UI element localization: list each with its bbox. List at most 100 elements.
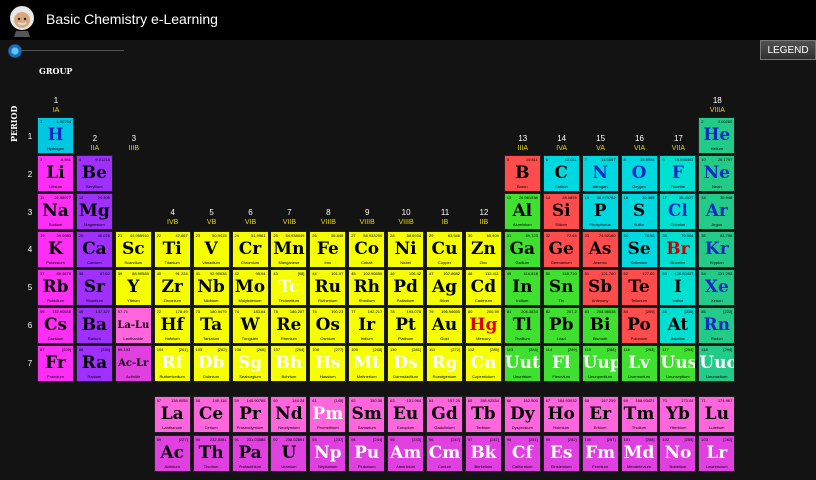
element-tile-ni[interactable]: 28 58.6934 Ni Nickel bbox=[387, 231, 425, 268]
element-tile-er[interactable]: 68 167.259 Er Erbium bbox=[581, 396, 619, 433]
element-tile-pa[interactable]: 91 231.03588 Pa Protactinium bbox=[231, 435, 269, 472]
element-tile-in[interactable]: 49 114.818 In Indium bbox=[503, 269, 541, 306]
element-tile-rf[interactable]: 104 [261] Rf Rutherfordium bbox=[153, 345, 191, 382]
element-tile-dy[interactable]: 66 162.500 Dy Dysprosium bbox=[503, 396, 541, 433]
element-tile-lr[interactable]: 103 [262] Lr Lawrencium bbox=[698, 435, 736, 472]
element-tile-la-lu[interactable]: 57-71 La-Lu Lanthanide bbox=[114, 307, 152, 344]
element-tile-th[interactable]: 90 232.0381 Th Thorium bbox=[192, 435, 230, 472]
element-tile-v[interactable]: 23 50.9415 V Vanadium bbox=[192, 231, 230, 268]
element-tile-pb[interactable]: 82 207.2 Pb Lead bbox=[542, 307, 580, 344]
element-tile-fe[interactable]: 26 55.845 Fe Iron bbox=[309, 231, 347, 268]
element-tile-np[interactable]: 93 [237] Np Neptunium bbox=[309, 435, 347, 472]
element-tile-at[interactable]: 85 [210] At Astatine bbox=[659, 307, 697, 344]
element-tile-u[interactable]: 92 238.02891 U Uranium bbox=[270, 435, 308, 472]
element-tile-ce[interactable]: 58 140.116 Ce Cerium bbox=[192, 396, 230, 433]
element-tile-es[interactable]: 99 [252] Es Einsteinium bbox=[542, 435, 580, 472]
element-tile-sn[interactable]: 50 118.710 Sn Tin bbox=[542, 269, 580, 306]
legend-button[interactable]: LEGEND bbox=[760, 40, 816, 60]
element-tile-he[interactable]: 2 4.00260 He Helium bbox=[698, 117, 736, 154]
element-tile-o[interactable]: 8 15.9994 O Oxygen bbox=[620, 155, 658, 192]
element-tile-uup[interactable]: 115 [288] Uup Ununpentium bbox=[581, 345, 619, 382]
element-tile-w[interactable]: 74 183.84 W Tungsten bbox=[231, 307, 269, 344]
element-tile-na[interactable]: 11 22.98977 Na Sodium bbox=[37, 193, 74, 230]
zoom-slider[interactable] bbox=[4, 42, 124, 60]
element-tile-al[interactable]: 13 26.981538 Al Aluminium bbox=[503, 193, 541, 230]
element-tile-s[interactable]: 16 32.065 S Sulfur bbox=[620, 193, 658, 230]
element-tile-no[interactable]: 102 [259] No Nobelium bbox=[659, 435, 697, 472]
element-tile-ti[interactable]: 22 47.867 Ti Titanium bbox=[153, 231, 191, 268]
element-tile-fm[interactable]: 100 [257] Fm Fermium bbox=[581, 435, 619, 472]
element-tile-nb[interactable]: 41 92.90638 Nb Niobium bbox=[192, 269, 230, 306]
element-tile-ba[interactable]: 56 137.327 Ba Barium bbox=[75, 307, 113, 344]
element-tile-bh[interactable]: 107 [264] Bh Bohrium bbox=[270, 345, 308, 382]
element-tile-nd[interactable]: 60 144.24 Nd Neodymium bbox=[270, 396, 308, 433]
element-tile-fl[interactable]: 114 [289] Fl Flerovium bbox=[542, 345, 580, 382]
element-tile-mt[interactable]: 109 [268] Mt Meitnerium bbox=[348, 345, 386, 382]
element-tile-cm[interactable]: 96 [247] Cm Curium bbox=[426, 435, 463, 472]
element-tile-ac-lr[interactable]: 89-103 Ac-Lr Actinide bbox=[114, 345, 152, 382]
element-tile-ga[interactable]: 31 69.723 Ga Gallium bbox=[503, 231, 541, 268]
element-tile-cn[interactable]: 112 [285] Cn Copernicium bbox=[464, 345, 502, 382]
element-tile-h[interactable]: 1 1.00794 H Hydrogen bbox=[37, 117, 74, 154]
element-tile-rn[interactable]: 86 [222] Rn Radon bbox=[698, 307, 736, 344]
element-tile-n[interactable]: 7 14.0067 N Nitrogen bbox=[581, 155, 619, 192]
element-tile-am[interactable]: 95 [243] Am Americium bbox=[387, 435, 425, 472]
element-tile-ds[interactable]: 110 [281] Ds Darmstadtium bbox=[387, 345, 425, 382]
element-tile-b[interactable]: 5 10.811 B Boron bbox=[503, 155, 541, 192]
element-tile-tl[interactable]: 81 204.3833 Tl Thallium bbox=[503, 307, 541, 344]
element-tile-pm[interactable]: 61 [145] Pm Promethium bbox=[309, 396, 347, 433]
element-tile-fr[interactable]: 87 [223] Fr Francium bbox=[37, 345, 74, 382]
element-tile-hf[interactable]: 72 178.49 Hf Hafnium bbox=[153, 307, 191, 344]
element-tile-c[interactable]: 6 12.011 C Carbon bbox=[542, 155, 580, 192]
element-tile-f[interactable]: 9 18.998403 F Fluorine bbox=[659, 155, 697, 192]
element-tile-sb[interactable]: 51 121.760 Sb Antimony bbox=[581, 269, 619, 306]
element-tile-sr[interactable]: 38 87.62 Sr Strontium bbox=[75, 269, 113, 306]
element-tile-co[interactable]: 27 58.933200 Co Cobalt bbox=[348, 231, 386, 268]
element-tile-k[interactable]: 19 39.0983 K Potassium bbox=[37, 231, 74, 268]
element-tile-lu[interactable]: 71 174.967 Lu Lutetium bbox=[698, 396, 736, 433]
einstein-avatar-icon[interactable] bbox=[5, 3, 39, 37]
element-tile-tb[interactable]: 65 158.92534 Tb Terbium bbox=[464, 396, 502, 433]
element-tile-ne[interactable]: 10 20.1797 Ne Neon bbox=[698, 155, 736, 192]
element-tile-pr[interactable]: 59 140.90765 Pr Praseodymium bbox=[231, 396, 269, 433]
element-tile-yb[interactable]: 70 173.04 Yb Ytterbium bbox=[659, 396, 697, 433]
element-tile-mo[interactable]: 42 95.94 Mo Molybdenum bbox=[231, 269, 269, 306]
element-tile-uuo[interactable]: 118 [294] Uuo Ununoctium bbox=[698, 345, 736, 382]
element-tile-rb[interactable]: 37 85.4678 Rb Rubidium bbox=[37, 269, 74, 306]
element-tile-be[interactable]: 4 9.01218 Be Beryllium bbox=[75, 155, 113, 192]
element-tile-cd[interactable]: 48 112.411 Cd Cadmium bbox=[464, 269, 502, 306]
element-tile-i[interactable]: 53 126.90447 I Iodine bbox=[659, 269, 697, 306]
element-tile-zn[interactable]: 30 65.409 Zn Zinc bbox=[464, 231, 502, 268]
element-tile-ar[interactable]: 18 39.948 Ar Argon bbox=[698, 193, 736, 230]
element-tile-ca[interactable]: 20 40.078 Ca Calcium bbox=[75, 231, 113, 268]
element-tile-cs[interactable]: 55 132.90545 Cs Caesium bbox=[37, 307, 74, 344]
element-tile-uus[interactable]: 117 [294] Uus Ununseptium bbox=[659, 345, 697, 382]
element-tile-hs[interactable]: 108 [277] Hs Hassium bbox=[309, 345, 347, 382]
element-tile-gd[interactable]: 64 157.25 Gd Gadolinium bbox=[426, 396, 463, 433]
element-tile-cl[interactable]: 17 35.4527 Cl Chlorine bbox=[659, 193, 697, 230]
element-tile-rh[interactable]: 45 102.90550 Rh Rhodium bbox=[348, 269, 386, 306]
element-tile-ir[interactable]: 77 192.217 Ir Iridium bbox=[348, 307, 386, 344]
element-tile-te[interactable]: 52 127.60 Te Tellurium bbox=[620, 269, 658, 306]
element-tile-la[interactable]: 57 138.9055 La Lanthanum bbox=[153, 396, 191, 433]
element-tile-po[interactable]: 84 [209] Po Polonium bbox=[620, 307, 658, 344]
element-tile-ag[interactable]: 47 107.8682 Ag Silver bbox=[426, 269, 463, 306]
element-tile-md[interactable]: 101 [258] Md Mendelevium bbox=[620, 435, 658, 472]
element-tile-as[interactable]: 33 74.92160 As Arsenic bbox=[581, 231, 619, 268]
element-tile-p[interactable]: 15 30.973762 P Phosphorus bbox=[581, 193, 619, 230]
element-tile-rg[interactable]: 111 [272] Rg Roentgenium bbox=[426, 345, 463, 382]
element-tile-cf[interactable]: 98 [251] Cf Californium bbox=[503, 435, 541, 472]
element-tile-lv[interactable]: 116 [293] Lv Livermorium bbox=[620, 345, 658, 382]
element-tile-au[interactable]: 79 196.96655 Au Gold bbox=[426, 307, 463, 344]
element-tile-pt[interactable]: 78 195.078 Pt Platinum bbox=[387, 307, 425, 344]
element-tile-ho[interactable]: 67 164.93032 Ho Holmium bbox=[542, 396, 580, 433]
element-tile-tc[interactable]: 43 [98] Tc Technetium bbox=[270, 269, 308, 306]
element-tile-mn[interactable]: 25 54.938049 Mn Manganese bbox=[270, 231, 308, 268]
element-tile-os[interactable]: 76 190.23 Os Osmium bbox=[309, 307, 347, 344]
element-tile-eu[interactable]: 63 151.964 Eu Europium bbox=[387, 396, 425, 433]
slider-thumb[interactable] bbox=[8, 44, 22, 58]
element-tile-si[interactable]: 14 28.0855 Si Silicon bbox=[542, 193, 580, 230]
element-tile-ra[interactable]: 88 [226] Ra Radium bbox=[75, 345, 113, 382]
element-tile-uut[interactable]: 113 [284] Uut Ununtrium bbox=[503, 345, 541, 382]
element-tile-li[interactable]: 3 6.941 Li Lithium bbox=[37, 155, 74, 192]
